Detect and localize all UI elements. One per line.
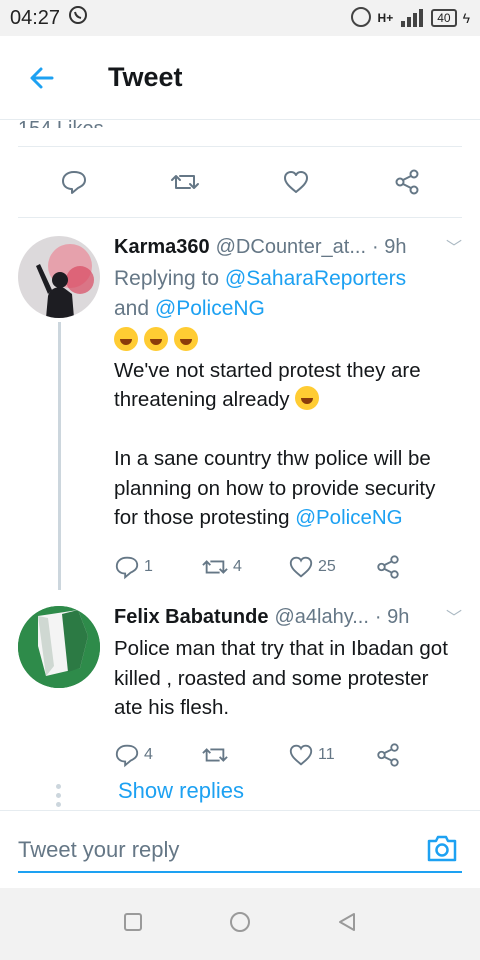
tweet-text-line: threatening already — [114, 388, 290, 411]
home-button[interactable] — [228, 910, 252, 939]
status-bar: 04:27 H+ 40 ϟ — [0, 0, 480, 36]
back-button[interactable] — [0, 36, 84, 120]
square-icon — [124, 912, 142, 931]
heart-icon — [289, 556, 313, 577]
tweet-actions: 4 11 — [114, 737, 462, 773]
tweet-actions: 1 4 25 — [114, 549, 462, 585]
replying-to-label: Replying to — [114, 267, 225, 290]
like-button[interactable] — [276, 162, 316, 202]
share-button[interactable] — [387, 162, 427, 202]
thread-line — [58, 322, 61, 590]
charging-icon: ϟ — [462, 10, 470, 26]
like-button[interactable]: 25 — [288, 554, 375, 580]
heart-icon — [283, 171, 308, 193]
chevron-down-icon[interactable]: ﹀ — [446, 604, 462, 628]
status-time: 04:27 — [10, 6, 61, 29]
retweet-count: 4 — [233, 557, 242, 575]
avatar[interactable] — [18, 606, 100, 688]
mention-link[interactable]: @SaharaReporters — [225, 267, 406, 290]
circle-icon — [230, 911, 250, 932]
sim-icon — [350, 6, 372, 31]
signal-icon — [399, 7, 425, 30]
chevron-down-icon[interactable]: ﹀ — [446, 234, 462, 258]
tweet-time: · 9h — [374, 606, 410, 628]
author-name[interactable]: Felix Babatunde — [114, 606, 268, 629]
camera-button[interactable] — [426, 833, 458, 868]
tweet-text: We've not started protest they are threa… — [114, 326, 462, 533]
more-replies-dots — [56, 784, 62, 811]
reply-button[interactable]: 1 — [114, 554, 201, 580]
retweet-icon — [170, 175, 199, 189]
share-icon — [377, 742, 399, 767]
tweet-text: Police man that try that in Ibadan got k… — [114, 637, 448, 719]
network-label: H+ — [377, 11, 394, 25]
tweet-time: · 9h — [372, 236, 407, 258]
mention-link[interactable]: @PoliceNG — [295, 506, 402, 529]
replying-to: Replying to @SaharaReporters and @Police… — [114, 264, 462, 324]
triangle-back-icon — [339, 912, 355, 931]
reply-tweet[interactable]: Felix Babatunde @a4lahy... · 9h ﹀ Police… — [0, 600, 480, 776]
reply-tweet[interactable]: Karma360 @DCounter_at... · 9h ﹀ Replying… — [0, 230, 480, 590]
reply-count: 1 — [144, 557, 153, 575]
share-icon — [395, 169, 418, 195]
laughing-emoji-icon — [114, 327, 204, 352]
laughing-emoji-icon — [295, 386, 320, 410]
comment-icon — [61, 171, 86, 194]
retweet-icon — [202, 559, 228, 574]
recent-apps-button[interactable] — [122, 911, 144, 938]
retweet-icon — [202, 747, 228, 762]
likes-count-partial: 154 Likes — [18, 118, 104, 128]
camera-icon — [427, 835, 457, 862]
heart-icon — [289, 744, 313, 765]
reply-button[interactable] — [54, 162, 94, 202]
retweet-button[interactable] — [165, 162, 205, 202]
retweet-button[interactable] — [201, 742, 288, 768]
reply-button[interactable]: 4 — [114, 742, 201, 768]
page-title: Tweet — [108, 62, 183, 92]
share-button[interactable] — [375, 554, 462, 580]
whatsapp-icon — [68, 5, 88, 31]
android-nav-bar — [0, 888, 480, 960]
author-name[interactable]: Karma360 — [114, 236, 210, 259]
like-count: 11 — [318, 745, 335, 763]
reply-count: 4 — [144, 745, 153, 763]
comment-icon — [115, 744, 139, 767]
replying-and-label: and — [114, 297, 155, 320]
back-nav-button[interactable] — [336, 911, 358, 938]
mention-link[interactable]: @PoliceNG — [155, 297, 265, 320]
reply-input[interactable]: Tweet your reply — [18, 829, 462, 873]
arrow-left-icon — [30, 67, 54, 88]
author-handle[interactable]: @a4lahy... — [274, 606, 368, 629]
share-icon — [377, 554, 399, 579]
battery-icon: 40 — [431, 9, 457, 27]
tweet-text-line: We've not started protest they are — [114, 358, 421, 382]
avatar[interactable] — [18, 236, 100, 318]
retweet-button[interactable]: 4 — [201, 554, 288, 580]
author-handle[interactable]: @DCounter_at... — [216, 236, 366, 259]
share-button[interactable] — [375, 742, 462, 768]
reply-bar: Tweet your reply — [0, 810, 480, 888]
like-count: 25 — [318, 557, 336, 575]
like-button[interactable]: 11 — [288, 742, 375, 768]
main-tweet-actions — [18, 146, 462, 218]
comment-icon — [115, 556, 139, 579]
show-replies-link[interactable]: Show replies — [118, 778, 244, 804]
app-header: Tweet — [0, 36, 480, 120]
